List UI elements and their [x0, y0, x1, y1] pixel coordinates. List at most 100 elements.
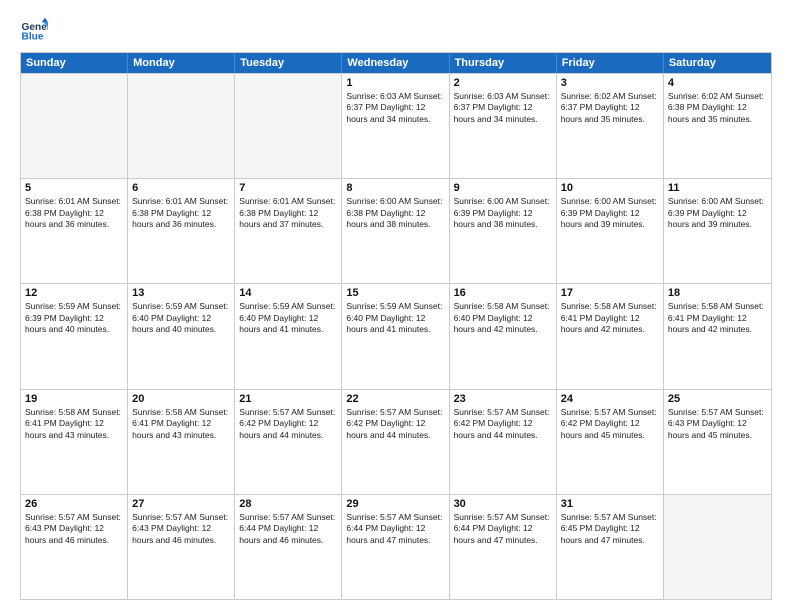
cal-day-19: 19 Sunrise: 5:58 AM Sunset: 6:41 PM Dayli… — [21, 390, 128, 494]
weekday-header-thursday: Thursday — [450, 53, 557, 73]
cal-day-14: 14 Sunrise: 5:59 AM Sunset: 6:40 PM Dayli… — [235, 284, 342, 388]
weekday-header-wednesday: Wednesday — [342, 53, 449, 73]
cal-day-2: 2 Sunrise: 6:03 AM Sunset: 6:37 PM Daylig… — [450, 74, 557, 178]
day-info: Sunrise: 5:57 AM Sunset: 6:44 PM Dayligh… — [454, 512, 552, 546]
day-number: 23 — [454, 393, 552, 405]
cal-day-20: 20 Sunrise: 5:58 AM Sunset: 6:41 PM Dayli… — [128, 390, 235, 494]
day-number: 26 — [25, 498, 123, 510]
calendar-row-2: 5 Sunrise: 6:01 AM Sunset: 6:38 PM Daylig… — [21, 178, 771, 283]
day-info: Sunrise: 5:58 AM Sunset: 6:41 PM Dayligh… — [132, 407, 230, 441]
day-info: Sunrise: 5:57 AM Sunset: 6:45 PM Dayligh… — [561, 512, 659, 546]
day-number: 8 — [346, 182, 444, 194]
calendar-row-3: 12Sunrise: 5:59 AM Sunset: 6:39 PM Dayli… — [21, 283, 771, 388]
day-number: 4 — [668, 77, 767, 89]
calendar-row-1: 1 Sunrise: 6:03 AM Sunset: 6:37 PM Daylig… — [21, 73, 771, 178]
day-info: Sunrise: 5:57 AM Sunset: 6:44 PM Dayligh… — [346, 512, 444, 546]
day-number: 28 — [239, 498, 337, 510]
svg-text:Blue: Blue — [22, 31, 44, 42]
cal-day-22: 22 Sunrise: 5:57 AM Sunset: 6:42 PM Dayli… — [342, 390, 449, 494]
cal-day-27: 27 Sunrise: 5:57 AM Sunset: 6:43 PM Dayli… — [128, 495, 235, 599]
page-header: General Blue — [20, 16, 772, 44]
calendar-header: SundayMondayTuesdayWednesdayThursdayFrid… — [21, 53, 771, 73]
day-number: 12 — [25, 287, 123, 299]
cal-day-12: 12Sunrise: 5:59 AM Sunset: 6:39 PM Dayli… — [21, 284, 128, 388]
day-info: Sunrise: 6:00 AM Sunset: 6:39 PM Dayligh… — [561, 196, 659, 230]
day-info: Sunrise: 5:58 AM Sunset: 6:41 PM Dayligh… — [668, 301, 767, 335]
day-info: Sunrise: 5:58 AM Sunset: 6:40 PM Dayligh… — [454, 301, 552, 335]
day-info: Sunrise: 5:57 AM Sunset: 6:42 PM Dayligh… — [346, 407, 444, 441]
cal-day-21: 21Sunrise: 5:57 AM Sunset: 6:42 PM Dayli… — [235, 390, 342, 494]
day-info: Sunrise: 6:00 AM Sunset: 6:38 PM Dayligh… — [346, 196, 444, 230]
cal-day-9: 9 Sunrise: 6:00 AM Sunset: 6:39 PM Daylig… — [450, 179, 557, 283]
day-number: 3 — [561, 77, 659, 89]
day-number: 16 — [454, 287, 552, 299]
calendar-row-4: 19 Sunrise: 5:58 AM Sunset: 6:41 PM Dayli… — [21, 389, 771, 494]
day-info: Sunrise: 5:59 AM Sunset: 6:40 PM Dayligh… — [239, 301, 337, 335]
day-number: 19 — [25, 393, 123, 405]
day-number: 13 — [132, 287, 230, 299]
day-number: 9 — [454, 182, 552, 194]
cal-day-empty-0-0 — [21, 74, 128, 178]
day-info: Sunrise: 6:03 AM Sunset: 6:37 PM Dayligh… — [346, 91, 444, 125]
day-number: 7 — [239, 182, 337, 194]
cal-day-16: 16 Sunrise: 5:58 AM Sunset: 6:40 PM Dayli… — [450, 284, 557, 388]
cal-day-7: 7 Sunrise: 6:01 AM Sunset: 6:38 PM Daylig… — [235, 179, 342, 283]
day-info: Sunrise: 6:00 AM Sunset: 6:39 PM Dayligh… — [668, 196, 767, 230]
cal-day-26: 26Sunrise: 5:57 AM Sunset: 6:43 PM Dayli… — [21, 495, 128, 599]
day-number: 20 — [132, 393, 230, 405]
cal-day-3: 3 Sunrise: 6:02 AM Sunset: 6:37 PM Daylig… — [557, 74, 664, 178]
cal-day-18: 18 Sunrise: 5:58 AM Sunset: 6:41 PM Dayli… — [664, 284, 771, 388]
day-info: Sunrise: 5:57 AM Sunset: 6:42 PM Dayligh… — [454, 407, 552, 441]
cal-day-17: 17 Sunrise: 5:58 AM Sunset: 6:41 PM Dayli… — [557, 284, 664, 388]
cal-day-24: 24Sunrise: 5:57 AM Sunset: 6:42 PM Dayli… — [557, 390, 664, 494]
cal-day-15: 15Sunrise: 5:59 AM Sunset: 6:40 PM Dayli… — [342, 284, 449, 388]
cal-day-25: 25 Sunrise: 5:57 AM Sunset: 6:43 PM Dayli… — [664, 390, 771, 494]
day-info: Sunrise: 6:01 AM Sunset: 6:38 PM Dayligh… — [239, 196, 337, 230]
cal-day-empty-4-6 — [664, 495, 771, 599]
cal-day-6: 6 Sunrise: 6:01 AM Sunset: 6:38 PM Daylig… — [128, 179, 235, 283]
day-info: Sunrise: 6:02 AM Sunset: 6:37 PM Dayligh… — [561, 91, 659, 125]
day-info: Sunrise: 5:57 AM Sunset: 6:43 PM Dayligh… — [132, 512, 230, 546]
day-info: Sunrise: 6:01 AM Sunset: 6:38 PM Dayligh… — [25, 196, 123, 230]
day-info: Sunrise: 5:59 AM Sunset: 6:40 PM Dayligh… — [132, 301, 230, 335]
day-info: Sunrise: 5:57 AM Sunset: 6:42 PM Dayligh… — [239, 407, 337, 441]
day-info: Sunrise: 5:57 AM Sunset: 6:43 PM Dayligh… — [668, 407, 767, 441]
logo: General Blue — [20, 16, 52, 44]
weekday-header-tuesday: Tuesday — [235, 53, 342, 73]
day-number: 14 — [239, 287, 337, 299]
day-number: 22 — [346, 393, 444, 405]
weekday-header-sunday: Sunday — [21, 53, 128, 73]
day-number: 6 — [132, 182, 230, 194]
cal-day-31: 31 Sunrise: 5:57 AM Sunset: 6:45 PM Dayli… — [557, 495, 664, 599]
weekday-header-friday: Friday — [557, 53, 664, 73]
cal-day-13: 13 Sunrise: 5:59 AM Sunset: 6:40 PM Dayli… — [128, 284, 235, 388]
day-number: 17 — [561, 287, 659, 299]
day-info: Sunrise: 6:03 AM Sunset: 6:37 PM Dayligh… — [454, 91, 552, 125]
day-info: Sunrise: 6:00 AM Sunset: 6:39 PM Dayligh… — [454, 196, 552, 230]
calendar-row-5: 26 Sunrise: 5:57 AM Sunset: 6:43 PM Dayli… — [21, 494, 771, 599]
day-number: 2 — [454, 77, 552, 89]
day-number: 31 — [561, 498, 659, 510]
day-number: 10 — [561, 182, 659, 194]
day-number: 25 — [668, 393, 767, 405]
cal-day-4: 4 Sunrise: 6:02 AM Sunset: 6:38 PM Daylig… — [664, 74, 771, 178]
cal-day-10: 10 Sunrise: 6:00 AM Sunset: 6:39 PM Dayli… — [557, 179, 664, 283]
weekday-header-saturday: Saturday — [664, 53, 771, 73]
cal-day-11: 11Sunrise: 6:00 AM Sunset: 6:39 PM Dayli… — [664, 179, 771, 283]
day-info: Sunrise: 6:01 AM Sunset: 6:38 PM Dayligh… — [132, 196, 230, 230]
cal-day-28: 28Sunrise: 5:57 AM Sunset: 6:44 PM Dayli… — [235, 495, 342, 599]
day-info: Sunrise: 5:58 AM Sunset: 6:41 PM Dayligh… — [25, 407, 123, 441]
day-number: 30 — [454, 498, 552, 510]
day-number: 27 — [132, 498, 230, 510]
cal-day-empty-0-1 — [128, 74, 235, 178]
day-number: 18 — [668, 287, 767, 299]
cal-day-8: 8 Sunrise: 6:00 AM Sunset: 6:38 PM Daylig… — [342, 179, 449, 283]
day-number: 1 — [346, 77, 444, 89]
cal-day-29: 29Sunrise: 5:57 AM Sunset: 6:44 PM Dayli… — [342, 495, 449, 599]
day-number: 24 — [561, 393, 659, 405]
day-info: Sunrise: 5:58 AM Sunset: 6:41 PM Dayligh… — [561, 301, 659, 335]
day-info: Sunrise: 6:02 AM Sunset: 6:38 PM Dayligh… — [668, 91, 767, 125]
day-number: 5 — [25, 182, 123, 194]
weekday-header-monday: Monday — [128, 53, 235, 73]
cal-day-empty-0-2 — [235, 74, 342, 178]
